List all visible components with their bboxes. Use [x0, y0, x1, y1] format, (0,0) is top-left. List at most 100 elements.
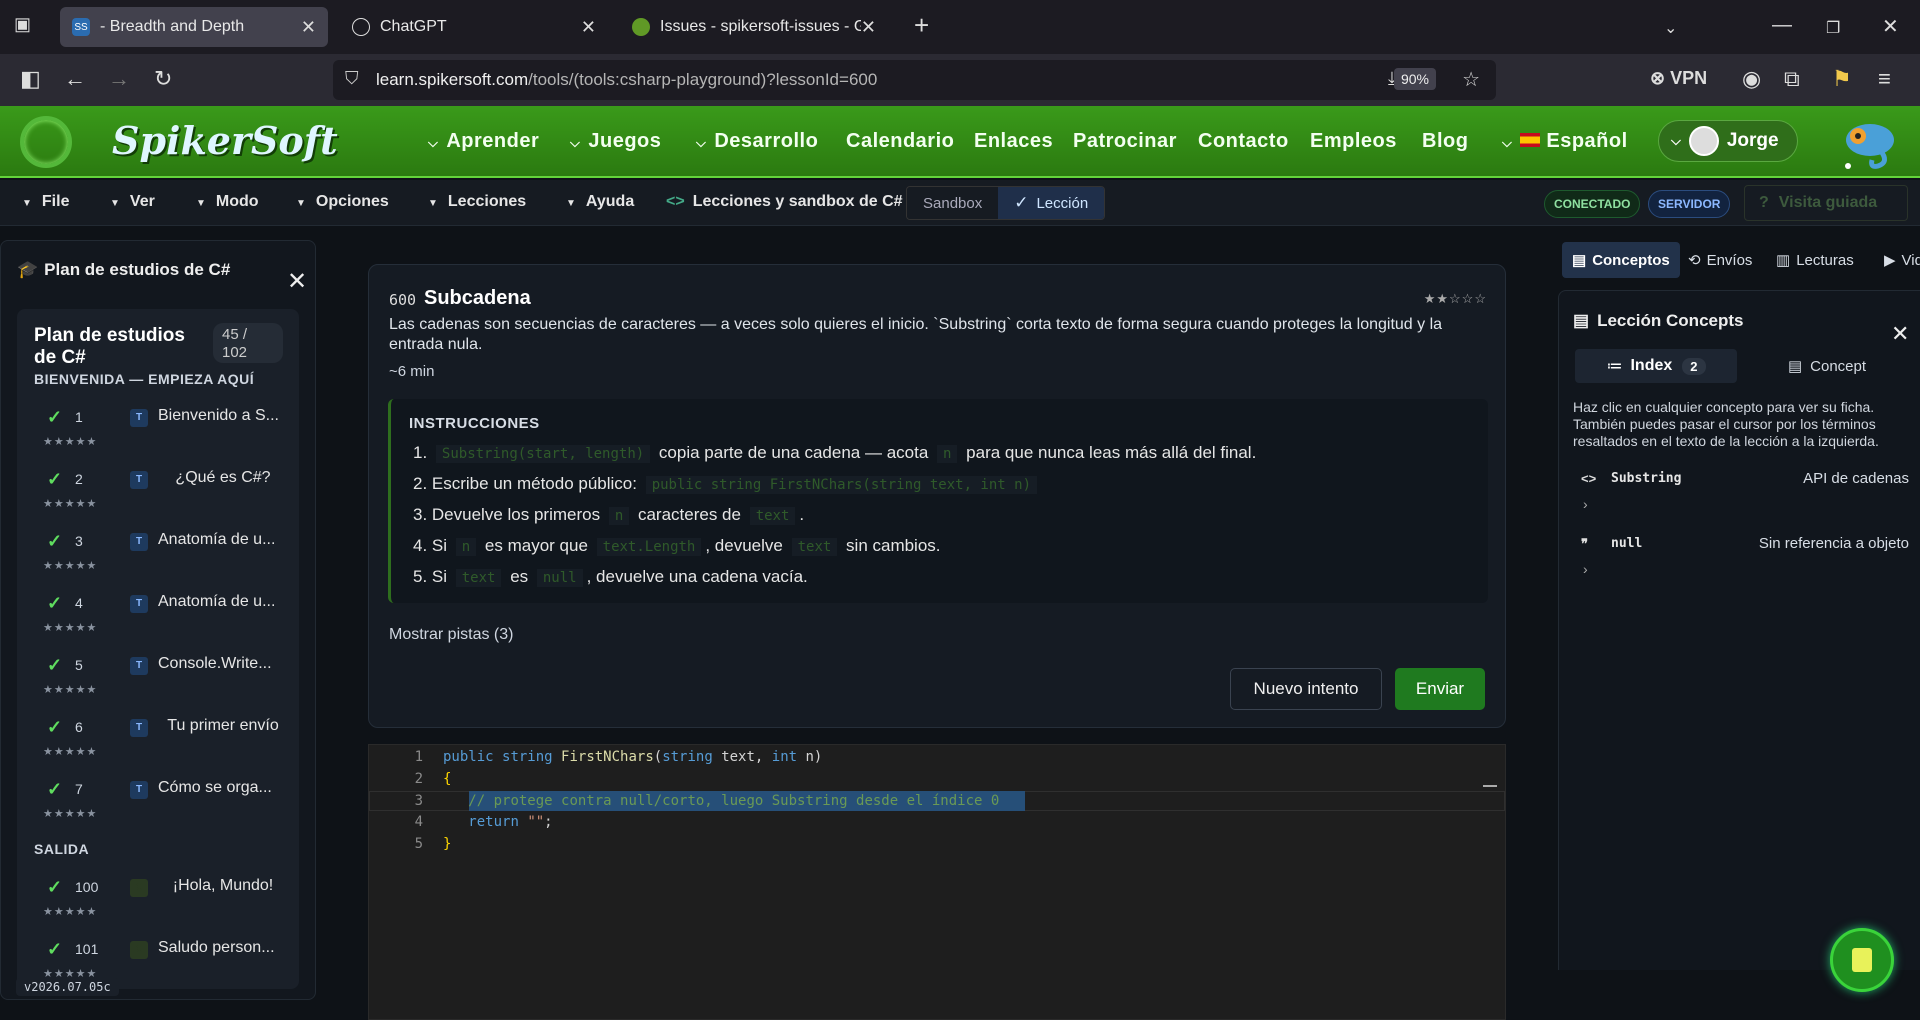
line-number: 1: [414, 749, 423, 765]
code-line[interactable]: {: [443, 771, 451, 787]
tab-conceptos[interactable]: ▤ Conceptos: [1562, 242, 1680, 278]
list-item[interactable]: ✓ 2 T ¿Qué es C#? ★★★★★: [17, 465, 299, 527]
shield-icon[interactable]: ⛉: [345, 68, 359, 89]
close-icon[interactable]: ✕: [1891, 321, 1909, 347]
nav-desarrollo[interactable]: ⌵ Desarrollo: [696, 130, 818, 153]
scrollbar-marker[interactable]: [1483, 785, 1497, 787]
retry-button[interactable]: Nuevo intento: [1230, 668, 1382, 710]
menu-opciones[interactable]: ▼ Opciones: [296, 193, 389, 211]
subtab-index-label: Index: [1630, 357, 1673, 374]
mode-sandbox-button[interactable]: Sandbox: [907, 187, 999, 219]
tab-overview-icon[interactable]: ▣: [14, 14, 31, 35]
tab-envios[interactable]: ⟲ Envíos: [1678, 242, 1762, 278]
list-item[interactable]: ✓ 100 C ¡Hola, Mundo! ★★★★★: [17, 873, 299, 935]
forward-icon[interactable]: →: [108, 66, 130, 92]
restore-icon[interactable]: ❐: [1826, 18, 1840, 38]
minimize-icon[interactable]: —: [1772, 14, 1792, 37]
tab-active[interactable]: SS - Breadth and Depth ✕: [60, 7, 328, 47]
close-icon[interactable]: ✕: [581, 17, 596, 38]
list-icon: ≔: [1606, 358, 1623, 375]
nav-language[interactable]: ⌵ Español: [1502, 130, 1628, 153]
menu-icon[interactable]: ≡: [1878, 66, 1891, 92]
lesson-number: 5: [75, 657, 83, 673]
progress-count: 45 / 102: [213, 323, 283, 363]
mode-lesson-button[interactable]: ✓ Lección: [998, 187, 1105, 219]
list-item[interactable]: ✓ 5 T Console.Write... ★★★★★: [17, 651, 299, 713]
logo-ring-icon[interactable]: [20, 116, 72, 168]
nav-empleos[interactable]: Empleos: [1310, 130, 1397, 153]
lesson-number: 6: [75, 719, 83, 735]
menu-label: Modo: [215, 193, 259, 210]
list-item[interactable]: ✓ 3 T Anatomía de u... ★★★★★: [17, 527, 299, 589]
subtab-concept[interactable]: ▤ Concept: [1757, 349, 1897, 383]
menu-ayuda[interactable]: ▼ Ayuda: [566, 193, 634, 211]
url-text[interactable]: learn.spikersoft.com/tools/(tools:csharp…: [376, 70, 877, 90]
code-line[interactable]: }: [443, 836, 451, 852]
concept-item-null[interactable]: ❞ null Sin referencia a objeto ›: [1571, 534, 1909, 594]
nav-patrocinar[interactable]: Patrocinar: [1073, 130, 1177, 153]
subtab-index[interactable]: ≔ Index 2: [1575, 349, 1737, 383]
close-window-icon[interactable]: ✕: [1882, 14, 1899, 39]
guided-tour-button[interactable]: ? Visita guiada: [1744, 185, 1908, 221]
browser-tab-bar: ▣ SS - Breadth and Depth ✕ ChatGPT ✕ Iss…: [0, 0, 1920, 54]
site-logo[interactable]: SpikerSoft: [112, 118, 338, 163]
zoom-level[interactable]: 90%: [1393, 68, 1436, 90]
concept-name: null: [1611, 536, 1643, 551]
notebook-fab-button[interactable]: [1830, 928, 1894, 992]
nav-blog[interactable]: Blog: [1422, 130, 1468, 153]
menu-modo[interactable]: ▼ Modo: [196, 193, 259, 211]
step-number: 4.: [413, 536, 432, 555]
chevron-down-icon[interactable]: ⌄: [1664, 18, 1677, 38]
vpn-button[interactable]: ⊗ VPN: [1650, 68, 1707, 89]
url-bar[interactable]: ⛉ learn.spikersoft.com/tools/(tools:csha…: [333, 60, 1496, 100]
concept-item-substring[interactable]: <> Substring API de cadenas ›: [1571, 469, 1909, 529]
sidebar-toggle-icon[interactable]: ◧: [20, 66, 41, 92]
curriculum-list[interactable]: Plan de estudios de C# 45 / 102 BIENVENI…: [17, 309, 299, 989]
menu-ver[interactable]: ▼ Ver: [110, 193, 155, 211]
nav-enlaces[interactable]: Enlaces: [974, 130, 1053, 153]
close-icon[interactable]: ✕: [860, 16, 876, 38]
chevron-right-icon[interactable]: ›: [1583, 561, 1588, 577]
menu-lecciones[interactable]: ▼ Lecciones: [428, 193, 526, 211]
code-line[interactable]: // protege contra null/corto, luego Subs…: [443, 793, 999, 809]
account-icon[interactable]: ◉: [1742, 66, 1761, 92]
show-hints-link[interactable]: Mostrar pistas (3): [389, 626, 513, 644]
list-item[interactable]: ✓ 6 T Tu primer envío ★★★★★: [17, 713, 299, 775]
menu-label: Lecciones: [447, 193, 527, 210]
nav-calendario[interactable]: Calendario: [846, 130, 954, 153]
check-icon: ✓: [47, 655, 63, 675]
list-item[interactable]: ✓ 1 T Bienvenido a S... ★★★★★: [17, 403, 299, 465]
list-item[interactable]: ✓ 7 T Cómo se orga... ★★★★★: [17, 775, 299, 837]
code-editor[interactable]: 1 2 3 4 5 public string FirstNChars(stri…: [368, 744, 1506, 1020]
user-menu[interactable]: ⌵ Jorge: [1658, 120, 1798, 162]
nav-juegos[interactable]: ⌵ Juegos: [570, 130, 661, 153]
new-tab-icon[interactable]: +: [914, 10, 929, 41]
code-line[interactable]: public string FirstNChars(string text, i…: [443, 749, 822, 765]
submit-button[interactable]: Enviar: [1395, 668, 1485, 710]
nav-contacto[interactable]: Contacto: [1198, 130, 1289, 153]
tab-videos[interactable]: ▶ Vid: [1874, 242, 1920, 278]
close-icon[interactable]: ✕: [287, 267, 307, 296]
reload-icon[interactable]: ↻: [154, 66, 172, 92]
tab-chatgpt[interactable]: ChatGPT ✕: [340, 7, 608, 47]
tab-label: ChatGPT: [380, 18, 447, 35]
breadcrumb-label: Lecciones y sandbox de C#: [692, 193, 903, 210]
menu-file[interactable]: ▼ File: [22, 193, 69, 211]
lesson-stars: ★★★★★: [43, 808, 98, 820]
back-icon[interactable]: ←: [64, 66, 86, 92]
tab-lecturas[interactable]: ▥ Lecturas: [1766, 242, 1864, 278]
check-icon: ✓: [47, 469, 63, 489]
code-line[interactable]: return "";: [443, 814, 552, 830]
inline-code: text: [791, 538, 838, 556]
step-number: 5.: [413, 567, 432, 586]
inline-code: null: [536, 569, 583, 587]
list-item[interactable]: ✓ 4 T Anatomía de u... ★★★★★: [17, 589, 299, 651]
nav-aprender[interactable]: ⌵ Aprender: [428, 130, 539, 153]
chevron-right-icon[interactable]: ›: [1583, 496, 1588, 512]
lesson-stars: ★★★★★: [43, 560, 98, 572]
tab-gitea[interactable]: Issues - spikersoft-issues - Gitea ✕: [620, 7, 888, 47]
extensions-icon[interactable]: ⧉: [1784, 66, 1800, 92]
extension-warning-icon[interactable]: ⚑: [1832, 66, 1852, 92]
bookmark-star-icon[interactable]: ☆: [1462, 67, 1480, 92]
close-icon[interactable]: ✕: [301, 17, 316, 38]
